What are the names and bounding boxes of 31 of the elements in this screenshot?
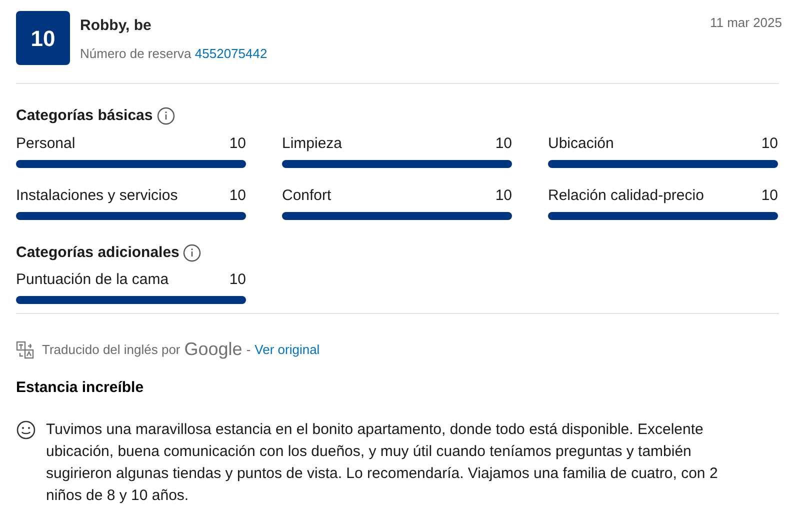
category-score: 10 <box>761 186 778 206</box>
booking-label: Número de reserva <box>80 46 192 60</box>
google-logo: Google <box>184 338 242 361</box>
info-icon[interactable] <box>183 244 202 262</box>
review-title: Estancia increíble <box>16 378 145 398</box>
category-score: 10 <box>229 134 246 154</box>
section-title: Categorías adicionales <box>16 242 180 262</box>
category-label: Instalaciones y servicios <box>16 186 178 206</box>
category-score: 10 <box>229 186 246 206</box>
category-score: 10 <box>495 186 512 206</box>
category-label: Confort <box>282 186 332 206</box>
category-score: 10 <box>229 270 246 290</box>
translate-icon <box>16 340 34 358</box>
view-original-link[interactable]: Ver original <box>254 340 320 360</box>
category-label: Personal <box>16 134 76 154</box>
info-icon[interactable] <box>156 107 175 126</box>
smiley-icon <box>16 420 36 440</box>
translation-note: Traducido del inglés por <box>42 340 180 359</box>
section-title: Categorías básicas <box>16 106 153 126</box>
score-badge: 10 <box>16 11 70 65</box>
separator: - <box>246 340 251 359</box>
category-label: Relación calidad-precio <box>548 186 704 206</box>
review-text: Tuvimos una maravillosa estancia en el bonito apartamento, donde todo está disponible. Excelente ubicación, buena comunicación con los dueños, y muy útil cuando teníamos preguntas y también sugirieron algunas tiendas y puntos de vista. Lo recomendaría. Viajamos una familia de cuatro, con 2 niños de 8 y 10 años. <box>46 420 719 506</box>
category-score: 10 <box>761 134 778 154</box>
category-label: Ubicación <box>548 134 614 154</box>
category-label: Limpieza <box>282 134 342 154</box>
category-score: 10 <box>495 134 512 154</box>
category-label: Puntuación de la cama <box>16 270 169 290</box>
review-date: 11 mar 2025 <box>710 14 782 32</box>
booking-number-link[interactable]: 4552075442 <box>194 46 268 60</box>
reviewer-name: Robby, be <box>80 16 152 36</box>
